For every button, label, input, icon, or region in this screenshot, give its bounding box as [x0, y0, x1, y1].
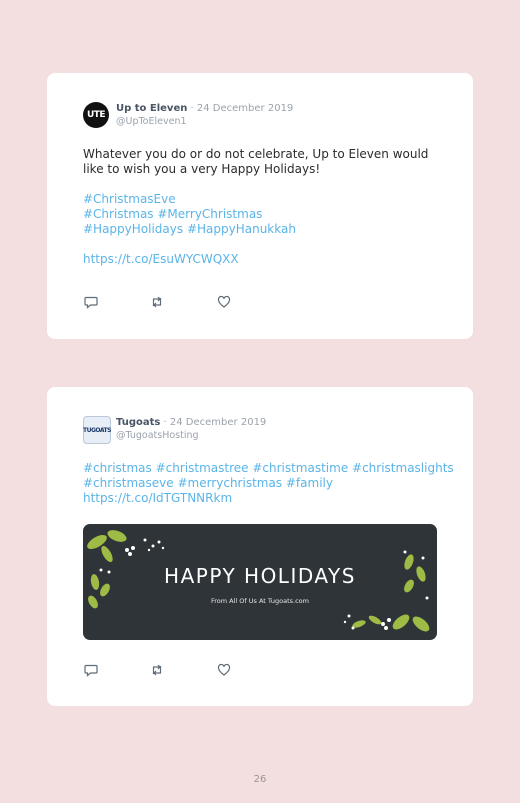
- tweet-body: #christmas #christmastree #christmastime…: [83, 461, 454, 506]
- avatar[interactable]: UTE: [83, 102, 109, 128]
- banner-title: HAPPY HOLIDAYS: [164, 564, 356, 588]
- banner-subtitle: From All Of Us At Tugoats.com: [211, 597, 309, 605]
- hashtag-line[interactable]: #ChristmasEve: [83, 192, 428, 207]
- author-handle[interactable]: @TugoatsHosting: [116, 430, 199, 441]
- tweet-body: Whatever you do or do not celebrate, Up …: [83, 147, 428, 267]
- retweet-icon[interactable]: [150, 663, 164, 677]
- hashtag-line[interactable]: #Christmas #MerryChristmas: [83, 207, 428, 222]
- reply-icon[interactable]: [84, 295, 98, 309]
- tweet-card: UTE Up to Eleven · 24 December 2019 @UpT…: [47, 73, 473, 339]
- hashtag-line[interactable]: #christmaseve #merrychristmas #family: [83, 476, 454, 491]
- tweet-date: · 24 December 2019: [190, 103, 294, 114]
- page-number: 26: [253, 774, 267, 785]
- tweet-text-line: like to wish you a very Happy Holidays!: [83, 162, 321, 176]
- reply-icon[interactable]: [84, 663, 98, 677]
- tweet-image[interactable]: HAPPY HOLIDAYS From All Of Us At Tugoats…: [83, 524, 437, 640]
- tweet-card: TUGOATS Tugoats · 24 December 2019 @Tugo…: [47, 387, 473, 706]
- hashtag-line[interactable]: #christmas #christmastree #christmastime…: [83, 461, 454, 476]
- retweet-icon[interactable]: [150, 295, 164, 309]
- author-handle[interactable]: @UpToEleven1: [116, 116, 187, 127]
- like-icon[interactable]: [217, 295, 231, 309]
- tweet-link[interactable]: https://t.co/EsuWYCWQXX: [83, 252, 428, 267]
- hashtag-line[interactable]: #HappyHolidays #HappyHanukkah: [83, 222, 428, 237]
- tweet-text-line: Whatever you do or do not celebrate, Up …: [83, 147, 429, 161]
- like-icon[interactable]: [217, 663, 231, 677]
- avatar[interactable]: TUGOATS: [83, 416, 111, 444]
- tweet-date: · 24 December 2019: [163, 417, 267, 428]
- tweet-link[interactable]: https://t.co/IdTGTNNRkm: [83, 491, 454, 506]
- author-name[interactable]: Up to Eleven: [116, 103, 187, 114]
- author-name[interactable]: Tugoats: [116, 417, 160, 428]
